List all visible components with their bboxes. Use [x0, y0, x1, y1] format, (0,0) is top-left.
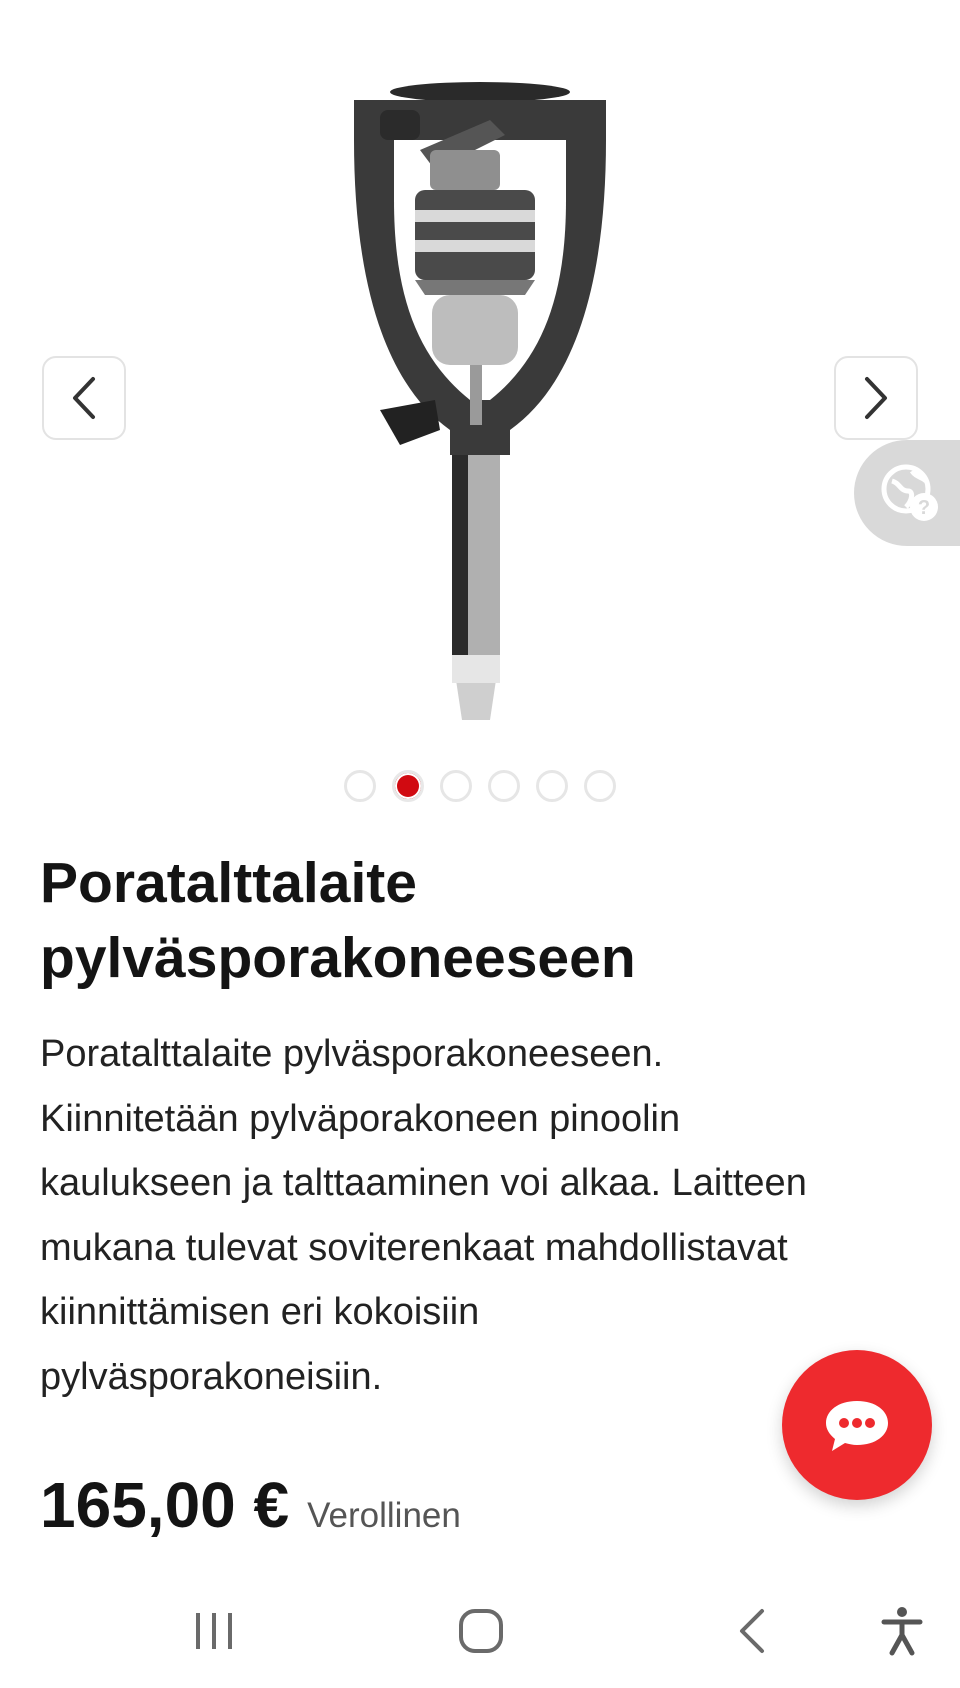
- product-description: Poratalttalaite pylväsporakoneeseen. Kii…: [40, 1022, 920, 1409]
- previous-image-button[interactable]: [42, 356, 126, 440]
- carousel-dot-2-active[interactable]: [392, 770, 424, 802]
- tax-label: Verollinen: [307, 1496, 461, 1535]
- product-image: [354, 82, 606, 720]
- back-button[interactable]: [722, 1603, 782, 1659]
- description-line: mukana tulevat soviterenkaat mahdollista…: [40, 1226, 788, 1269]
- carousel-dot-5[interactable]: [536, 770, 568, 802]
- description-line: pylväsporakoneisiin.: [40, 1355, 383, 1398]
- carousel-dot-1[interactable]: [344, 770, 376, 802]
- home-icon: [459, 1609, 503, 1653]
- description-line: kiinnittämisen eri kokoisiin: [40, 1291, 480, 1333]
- description-line: Kiinnitetään pylväporakoneen pinoolin: [40, 1097, 681, 1140]
- recents-button[interactable]: [184, 1603, 244, 1659]
- product-gallery: ?: [0, 0, 960, 760]
- next-image-button[interactable]: [834, 356, 918, 440]
- description-line: kaulukseen ja talttaaminen voi alkaa. La…: [40, 1162, 807, 1204]
- carousel-indicators: [0, 770, 960, 802]
- back-icon: [740, 1609, 764, 1653]
- translate-button[interactable]: ?: [854, 440, 960, 546]
- system-navigation-bar: [0, 1575, 960, 1688]
- globe-question-icon: ?: [881, 464, 938, 521]
- carousel-dot-6[interactable]: [584, 770, 616, 802]
- product-title: Poratalttalaite pylväsporakoneeseen: [40, 846, 920, 996]
- recents-icon: [196, 1613, 232, 1649]
- chat-button[interactable]: [782, 1350, 932, 1500]
- carousel-dot-4[interactable]: [488, 770, 520, 802]
- carousel-dot-3[interactable]: [440, 770, 472, 802]
- product-title-line-1: Poratalttalaite: [40, 851, 417, 915]
- price-row: 165,00 € Verollinen: [40, 1468, 461, 1542]
- product-price: 165,00 €: [40, 1469, 290, 1541]
- chevron-left-icon: [73, 377, 95, 419]
- chevron-right-icon: [865, 377, 887, 419]
- description-line: Poratalttalaite pylväsporakoneeseen.: [40, 1033, 664, 1075]
- svg-text:?: ?: [918, 497, 930, 519]
- accessibility-icon: [881, 1607, 923, 1656]
- accessibility-button[interactable]: [872, 1603, 932, 1659]
- chat-bubble-icon: [826, 1401, 888, 1451]
- home-button[interactable]: [451, 1603, 511, 1659]
- product-title-line-2: pylväsporakoneeseen: [40, 926, 636, 990]
